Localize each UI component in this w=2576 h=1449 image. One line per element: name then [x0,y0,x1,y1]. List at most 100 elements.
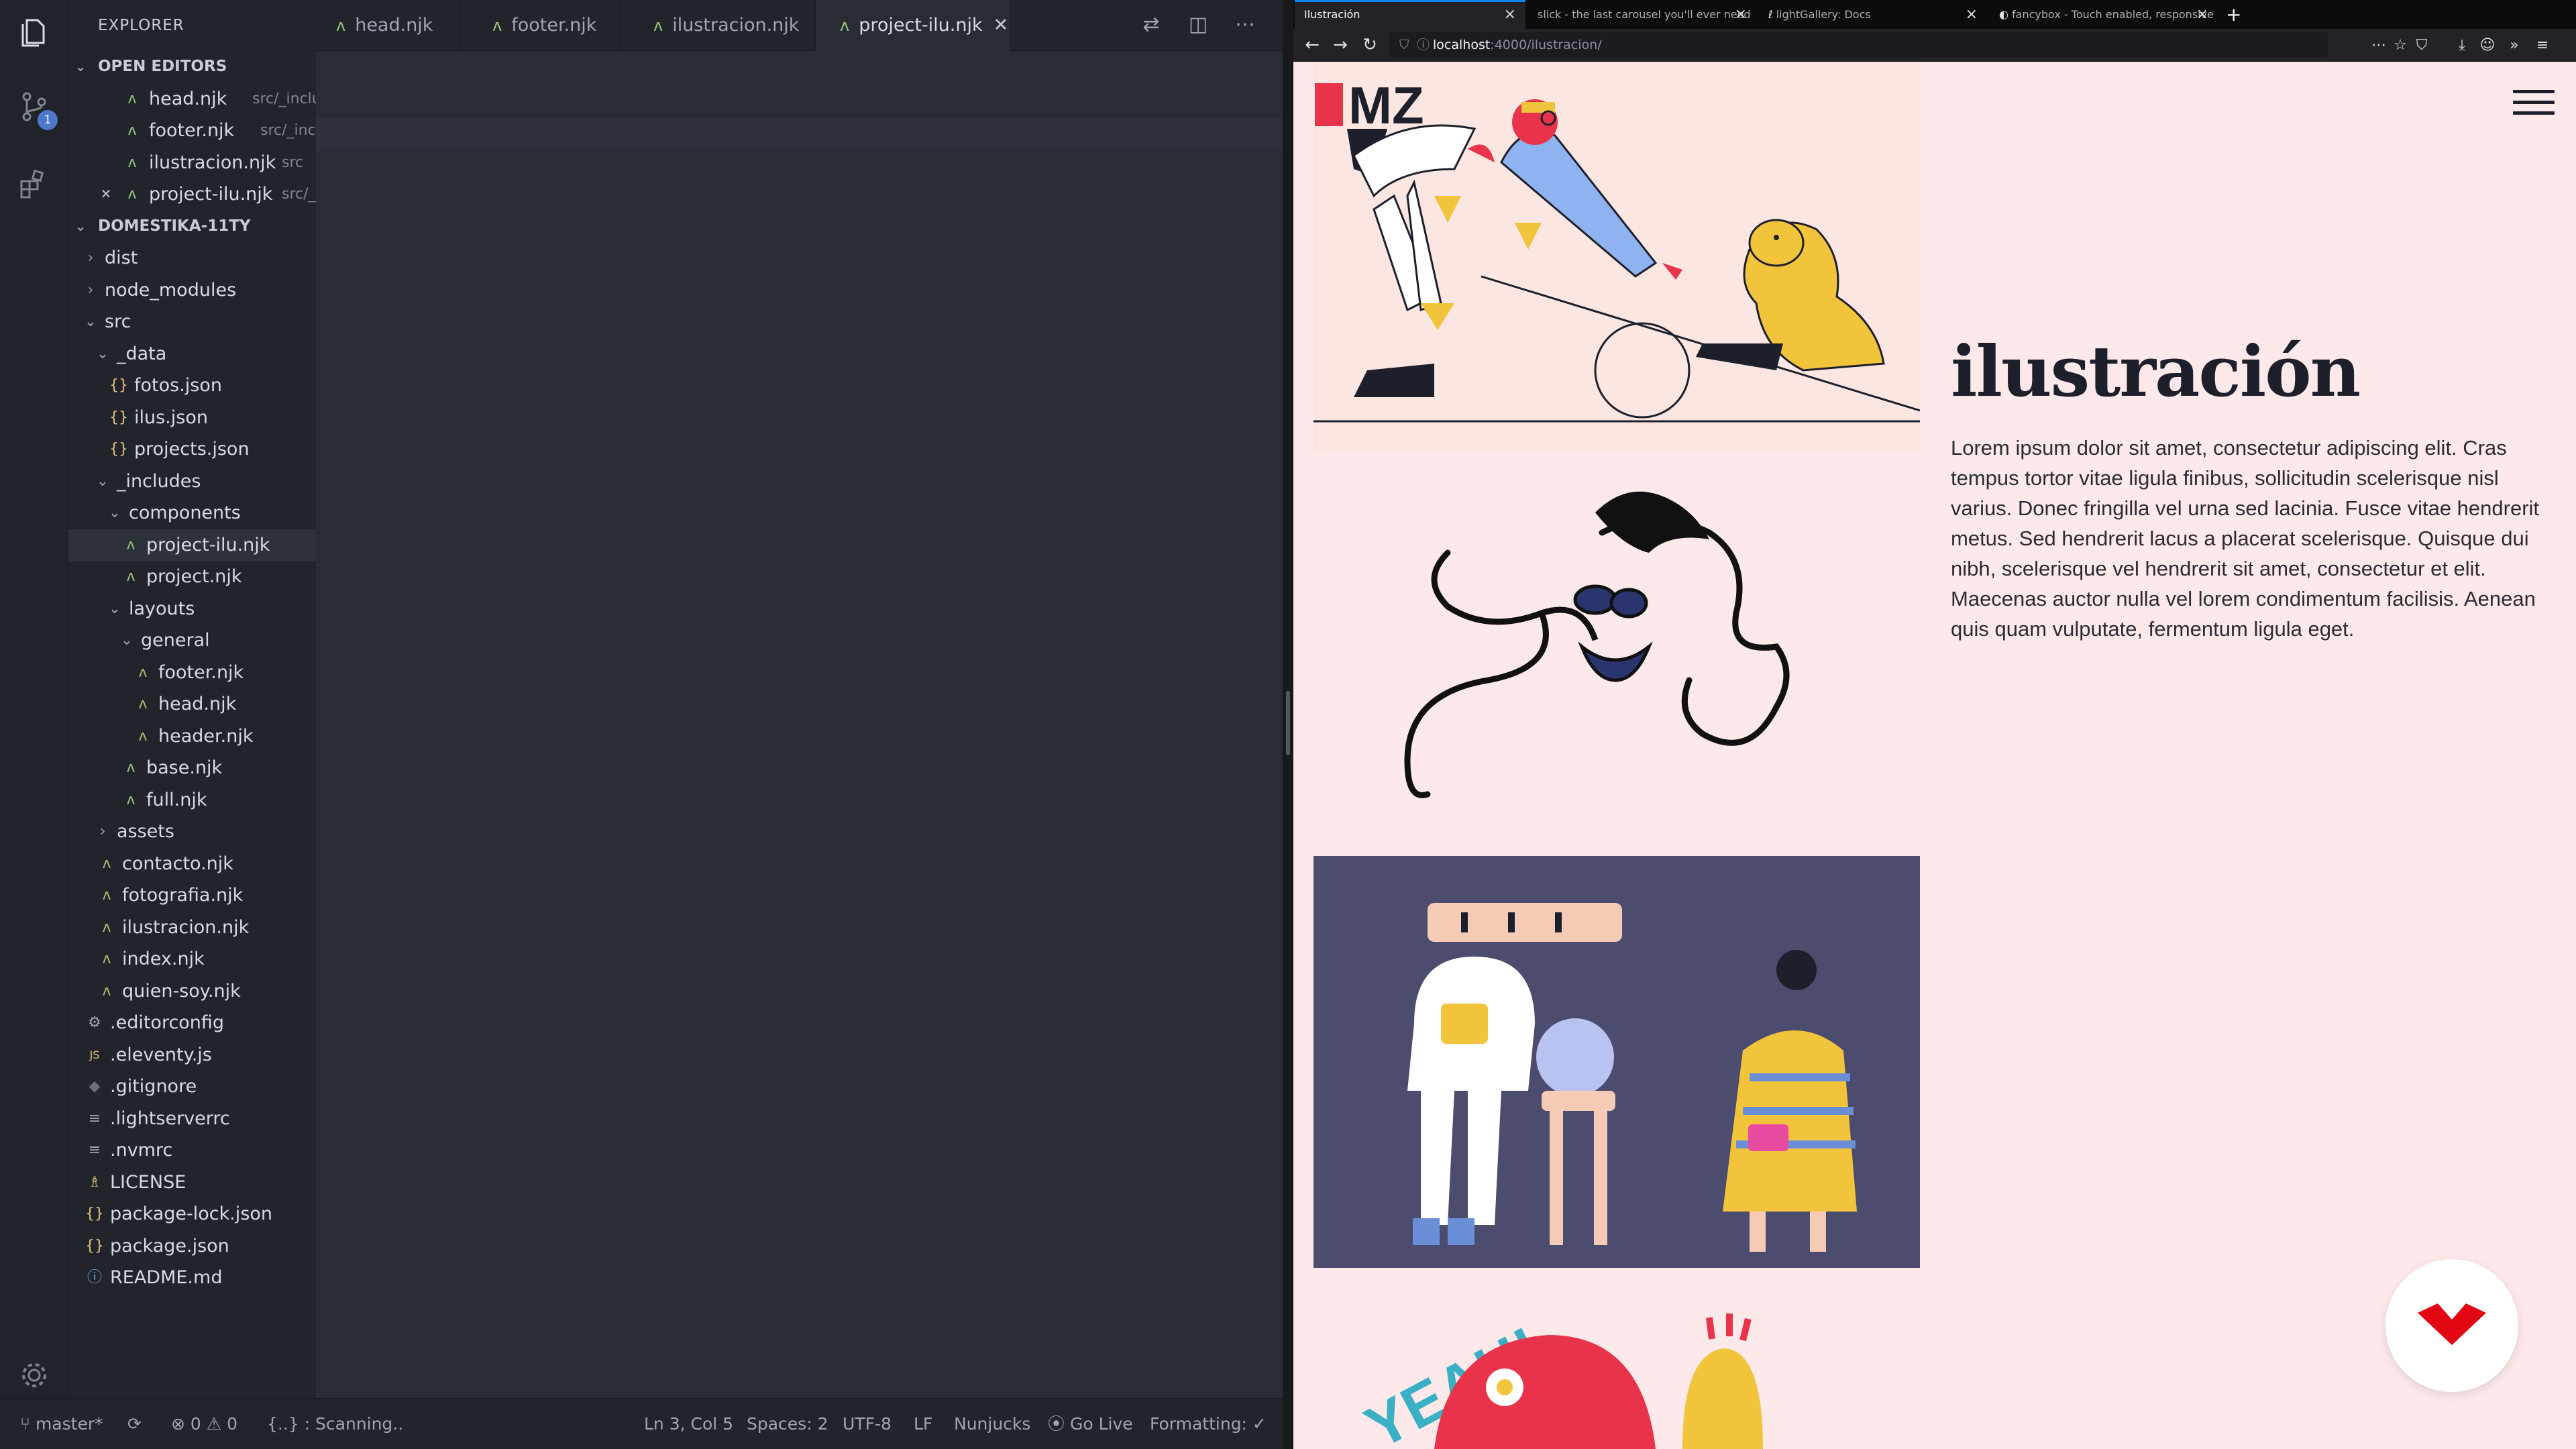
tree-item-label: general [141,630,210,651]
tree-folder[interactable]: ⌄ general [68,625,316,657]
close-icon[interactable]: ✕ [994,15,1009,36]
code-line[interactable]: 2 <img src="/assets/images/{{elemento.im… [316,86,1283,118]
tree-folder[interactable]: › dist [68,242,316,274]
tree-file[interactable]: {} ilus.json [68,402,316,434]
tree-folder[interactable]: › assets [68,816,316,848]
end-of-line[interactable]: LF [914,1399,932,1449]
tree-file[interactable]: ʌ footer.njk [68,657,316,689]
pocket-icon[interactable]: ⛉ [2408,29,2435,62]
close-icon[interactable]: × [2196,0,2208,29]
close-icon[interactable]: × [1735,0,1747,29]
forward-icon[interactable]: → [1327,29,1354,62]
tree-file[interactable]: ≡ .lightserverrc [68,1103,316,1135]
close-icon[interactable]: × [1966,0,1978,29]
open-editor-item[interactable]: ✕ ʌ project-ilu.njk src/_... [68,178,316,211]
tree-file[interactable]: {} projects.json [68,433,316,466]
tree-file[interactable]: ʌ base.njk [68,752,316,784]
formatting-status[interactable]: Formatting: ✓ [1150,1399,1267,1449]
url-field[interactable]: ⛉ ⓘ localhost:4000/ilustracion/ [1389,32,2328,58]
tree-file[interactable]: ≡ .nvmrc [68,1134,316,1167]
chevron-down-icon: ⌄ [74,58,87,74]
browser-tab-active[interactable]: Ilustración × [1295,0,1525,29]
tree-file[interactable]: {} package-lock.json [68,1198,316,1230]
domestika-logo-button[interactable] [2385,1259,2518,1392]
tree-file[interactable]: ʌ head.njk [68,688,316,720]
tree-file[interactable]: ʌ index.njk [68,943,316,975]
encoding[interactable]: UTF-8 [843,1399,892,1449]
nunjucks-icon: ʌ [127,154,137,171]
tree-folder[interactable]: ⌄ components [68,497,316,529]
account-icon[interactable]: ☺ [2474,29,2501,62]
tree-file[interactable]: JS .eleventy.js [68,1039,316,1071]
open-editor-item[interactable]: ʌ head.njk src/_inclu... [68,83,316,115]
tree-file[interactable]: ◆ .gitignore [68,1071,316,1103]
language-mode[interactable]: Nunjucks [954,1399,1030,1449]
window-splitter[interactable] [1283,0,1293,1449]
tab-footer[interactable]: ʌ footer.njk [460,0,621,51]
tree-file[interactable]: ʌ quien-soy.njk [68,975,316,1008]
split-editor-icon[interactable]: ◫ [1185,12,1211,38]
open-editor-item[interactable]: ʌ ilustracion.njk src [68,147,316,179]
browser-tab[interactable]: ◐ fancybox - Touch enabled, responsive × [1990,0,2218,29]
close-icon[interactable]: × [1504,2,1516,28]
downloads-icon[interactable]: ⤓ [2449,29,2475,62]
code-line[interactable]: 1 <a data-fancybox="gallery" href="/asse… [316,54,1283,86]
tree-file[interactable]: {} package.json [68,1230,316,1263]
browser-tab[interactable]: slick - the last carousel you'll ever ne… [1528,0,1756,29]
new-tab-icon[interactable]: + [2220,0,2247,29]
compare-icon[interactable]: ⇄ [1138,12,1164,38]
tree-folder[interactable]: › node_modules [68,274,316,307]
tree-file[interactable]: ʌ contacto.njk [68,848,316,880]
explorer-title: EXPLORER [98,17,184,34]
browser-tab[interactable]: ℓ lightGallery: Docs × [1759,0,1987,29]
extensions-overflow-icon[interactable]: » [2501,29,2528,62]
gallery-image-2[interactable] [1313,452,1920,843]
sync-icon[interactable]: ⟳ [127,1399,142,1449]
tab-head[interactable]: ʌ head.njk [316,0,460,51]
tree-file[interactable]: ʌ fotografia.njk [68,879,316,912]
extensions-icon[interactable] [17,168,51,201]
project-header[interactable]: ⌄ DOMESTIKA-11TY [68,211,316,243]
tree-folder[interactable]: ⌄ layouts [68,593,316,625]
tree-file[interactable]: ♗ LICENSE [68,1167,316,1199]
cursor-position[interactable]: Ln 3, Col 5 [644,1399,733,1449]
drag-handle[interactable] [1286,691,1290,755]
more-actions-icon[interactable]: ⋯ [1232,12,1258,38]
problems-indicator[interactable]: ⊗ 0 ⚠ 0 [171,1399,237,1449]
gallery-image-3[interactable] [1313,856,1920,1268]
hamburger-menu-icon[interactable] [2513,90,2555,121]
file-path: src/_inclu... [260,122,316,139]
tree-folder[interactable]: ⌄ src [68,306,316,338]
back-icon[interactable]: ← [1299,29,1326,62]
open-editors-header[interactable]: ⌄ OPEN EDITORS [68,51,316,83]
nunjucks-icon: ʌ [336,16,346,35]
json-icon: {} [85,1205,104,1222]
menu-icon[interactable]: ≡ [2529,29,2556,62]
tree-file[interactable]: ⚙ .editorconfig [68,1007,316,1039]
tree-file[interactable]: ʌ full.njk [68,784,316,816]
go-live-button[interactable]: ⦿ Go Live [1048,1399,1133,1449]
tab-ilustracion[interactable]: ʌ ilustracion.njk [621,0,816,51]
gallery-image-1[interactable]: MZ [1313,62,1921,452]
tree-folder[interactable]: ⌄ _includes [68,466,316,498]
tree-item-label: components [129,502,241,523]
tree-folder[interactable]: ⌄ _data [68,338,316,370]
files-icon[interactable] [17,16,51,50]
code-line-current[interactable]: 3 </a> [316,118,1283,150]
tree-file[interactable]: ʌ project-ilu.njk [68,529,316,561]
git-branch[interactable]: ⑂ master* [20,1399,103,1449]
tree-file[interactable]: ⓘ README.md [68,1262,316,1294]
tree-file[interactable]: ʌ project.njk [68,561,316,593]
tree-file[interactable]: ʌ header.njk [68,720,316,753]
close-icon[interactable]: ✕ [98,178,114,211]
tab-project-ilu[interactable]: ʌ project-ilu.njk ✕ [816,0,1010,51]
gallery-image-4[interactable]: YEAH! [1313,1304,1920,1449]
reload-icon[interactable]: ↻ [1356,29,1383,62]
tree-file[interactable]: {} fotos.json [68,370,316,402]
nunjucks-icon: ʌ [102,918,111,936]
open-editor-item[interactable]: ʌ footer.njk src/_inclu... [68,115,316,147]
nunjucks-icon: ʌ [127,90,137,107]
tree-file[interactable]: ʌ ilustracion.njk [68,912,316,944]
indentation[interactable]: Spaces: 2 [747,1399,828,1449]
settings-gear-icon[interactable] [17,1358,51,1392]
